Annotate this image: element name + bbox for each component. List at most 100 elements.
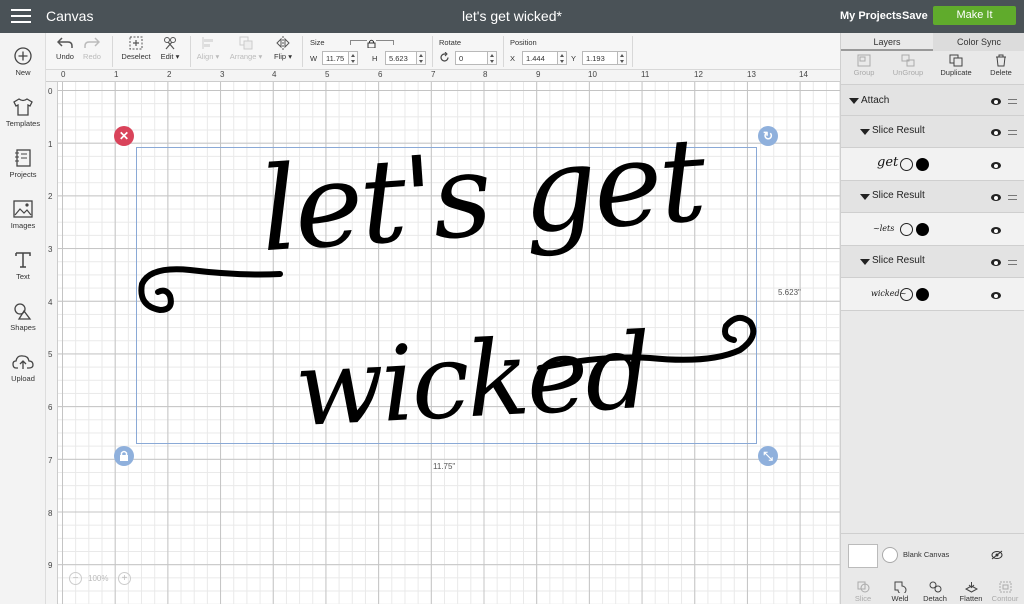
basic-cut-icon[interactable] bbox=[900, 288, 913, 301]
eye-icon[interactable] bbox=[991, 194, 1001, 201]
duplicate-button[interactable]: Duplicate bbox=[937, 54, 975, 77]
ruler-number: 5 bbox=[48, 350, 53, 359]
delete-button[interactable]: Delete bbox=[987, 54, 1015, 77]
slice-button[interactable]: Slice bbox=[845, 581, 881, 603]
ruler-number: 4 bbox=[272, 70, 277, 79]
make-it-button[interactable]: Make It bbox=[933, 6, 1016, 25]
layer-color-swatch[interactable] bbox=[916, 158, 929, 171]
delete-handle-icon[interactable]: ✕ bbox=[114, 126, 134, 146]
lock-handle-icon[interactable] bbox=[114, 446, 134, 466]
collapse-icon[interactable] bbox=[860, 259, 870, 265]
layer-label: Slice Result bbox=[872, 255, 925, 266]
layer-group-attach[interactable]: Attach bbox=[841, 84, 1024, 116]
sidebar-item-projects[interactable]: Projects bbox=[0, 149, 46, 179]
width-input[interactable]: 11.75 bbox=[322, 51, 349, 65]
sidebar-item-shapes[interactable]: Shapes bbox=[0, 302, 46, 332]
blank-canvas-row[interactable]: Blank Canvas bbox=[841, 533, 1024, 575]
flip-icon bbox=[276, 36, 290, 50]
menu-icon[interactable] bbox=[11, 9, 31, 24]
drag-handle-icon[interactable] bbox=[1008, 260, 1017, 265]
flip-label: Flip bbox=[274, 52, 287, 61]
sidebar-item-new[interactable]: New bbox=[0, 47, 46, 77]
layer-thumbnail: get bbox=[877, 155, 899, 170]
zoom-in-icon[interactable]: + bbox=[118, 572, 131, 585]
drag-handle-icon[interactable] bbox=[1008, 195, 1017, 200]
arrange-dropdown[interactable]: Arrange ▾ bbox=[227, 36, 265, 61]
y-position-input[interactable]: 1.193 bbox=[582, 51, 618, 65]
layer-group-slice-result[interactable]: Slice Result bbox=[841, 246, 1024, 278]
zoom-out-icon[interactable]: − bbox=[69, 572, 82, 585]
collapse-icon[interactable] bbox=[849, 98, 859, 104]
toolbar-divider bbox=[503, 36, 504, 67]
rotate-stepper[interactable] bbox=[488, 51, 497, 65]
ungroup-button[interactable]: UnGroup bbox=[889, 54, 927, 77]
undo-button[interactable]: Undo bbox=[54, 36, 76, 61]
drag-handle-icon[interactable] bbox=[1008, 130, 1017, 135]
layer-item[interactable]: ~lets bbox=[841, 213, 1024, 246]
eye-icon[interactable] bbox=[991, 98, 1001, 105]
basic-cut-icon[interactable] bbox=[900, 158, 913, 171]
tab-color-sync[interactable]: Color Sync bbox=[933, 33, 1024, 51]
height-stepper[interactable] bbox=[417, 51, 426, 65]
tab-layers[interactable]: Layers bbox=[841, 33, 933, 51]
collapse-icon[interactable] bbox=[860, 194, 870, 200]
top-bar: Canvas let's get wicked* My Projects Sav… bbox=[0, 0, 1024, 33]
contour-button[interactable]: Contour bbox=[987, 581, 1023, 603]
flatten-icon bbox=[964, 582, 978, 593]
group-button[interactable]: Group bbox=[847, 54, 881, 77]
collapse-icon[interactable] bbox=[860, 129, 870, 135]
eye-hidden-icon[interactable] bbox=[991, 550, 1003, 560]
rotate-handle-icon[interactable]: ↻ bbox=[758, 126, 778, 146]
image-icon bbox=[13, 200, 33, 218]
layer-color-swatch[interactable] bbox=[916, 288, 929, 301]
basic-cut-icon[interactable] bbox=[900, 223, 913, 236]
redo-icon bbox=[84, 37, 100, 48]
eye-icon[interactable] bbox=[991, 162, 1001, 169]
edit-dropdown[interactable]: Edit ▾ bbox=[157, 36, 183, 61]
redo-label: Redo bbox=[83, 52, 101, 61]
canvas-color-circle[interactable] bbox=[882, 547, 898, 563]
align-dropdown[interactable]: Align ▾ bbox=[196, 36, 220, 61]
layer-color-swatch[interactable] bbox=[916, 223, 929, 236]
save-button[interactable]: Save bbox=[902, 10, 928, 22]
sidebar-item-text[interactable]: Text bbox=[0, 251, 46, 281]
drag-handle-icon[interactable] bbox=[1008, 99, 1017, 104]
rotate-input[interactable]: 0 bbox=[455, 51, 488, 65]
y-position-stepper[interactable] bbox=[618, 51, 627, 65]
eye-icon[interactable] bbox=[991, 292, 1001, 299]
sidebar-item-images[interactable]: Images bbox=[0, 200, 46, 230]
layer-item[interactable]: get bbox=[841, 148, 1024, 181]
layer-group-slice-result[interactable]: Slice Result bbox=[841, 116, 1024, 148]
ruler-number: 9 bbox=[536, 70, 541, 79]
height-input[interactable]: 5.623 bbox=[385, 51, 417, 65]
sidebar-item-upload[interactable]: Upload bbox=[0, 353, 46, 383]
flatten-button[interactable]: Flatten bbox=[953, 581, 989, 603]
bottom-toolbar: Slice Weld Detach Flatten Contour bbox=[841, 575, 1024, 604]
canvas-swatch[interactable] bbox=[848, 544, 878, 568]
eye-icon[interactable] bbox=[991, 259, 1001, 266]
deselect-button[interactable]: Deselect bbox=[119, 36, 153, 61]
resize-handle-icon[interactable]: ⤡ bbox=[758, 446, 778, 466]
x-position-input[interactable]: 1.444 bbox=[522, 51, 558, 65]
layer-label: Slice Result bbox=[872, 190, 925, 201]
design-text-line2[interactable]: wicked bbox=[292, 310, 652, 450]
sidebar-item-templates[interactable]: Templates bbox=[0, 98, 46, 128]
layer-item[interactable]: wicked~ bbox=[841, 278, 1024, 311]
eye-icon[interactable] bbox=[991, 227, 1001, 234]
flip-dropdown[interactable]: Flip ▾ bbox=[270, 36, 296, 61]
x-position-stepper[interactable] bbox=[558, 51, 567, 65]
toolbar-divider bbox=[432, 36, 433, 67]
lock-icon[interactable] bbox=[367, 35, 376, 49]
redo-button[interactable]: Redo bbox=[81, 36, 103, 61]
weld-button[interactable]: Weld bbox=[882, 581, 918, 603]
layer-group-slice-result[interactable]: Slice Result bbox=[841, 181, 1024, 213]
sidebar-item-label: Images bbox=[10, 221, 36, 230]
ruler-number: 14 bbox=[799, 70, 808, 79]
detach-button[interactable]: Detach bbox=[917, 581, 953, 603]
detach-icon bbox=[929, 581, 941, 593]
design-text-line1[interactable]: let's get bbox=[256, 113, 708, 279]
eye-icon[interactable] bbox=[991, 129, 1001, 136]
layer-thumbnail: ~lets bbox=[873, 224, 895, 233]
my-projects-link[interactable]: My Projects bbox=[840, 10, 902, 22]
width-stepper[interactable] bbox=[349, 51, 358, 65]
